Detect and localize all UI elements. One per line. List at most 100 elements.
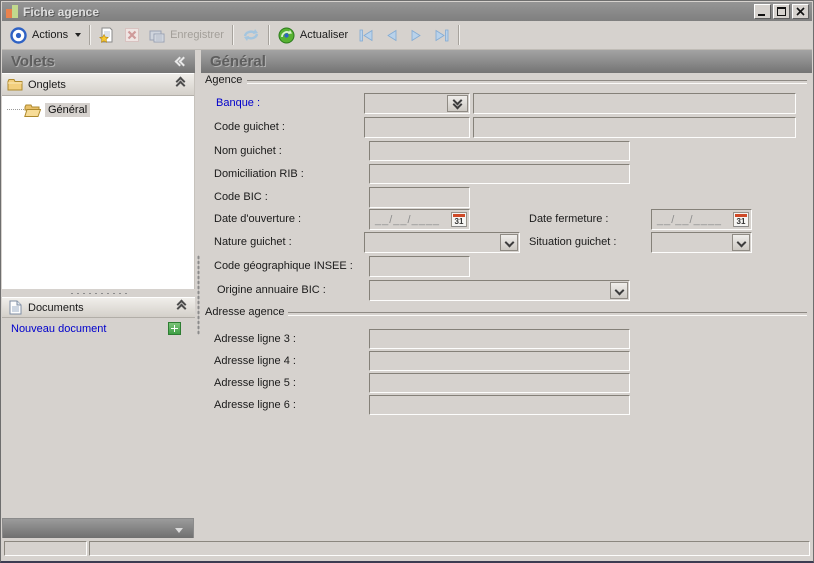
code-guichet-libelle-input[interactable] [473, 117, 796, 138]
toolbar-separator [458, 25, 460, 45]
documents-section-header[interactable]: Documents [2, 297, 195, 318]
chevron-down-icon [175, 528, 183, 533]
date-mask: __/__/____ [375, 210, 440, 229]
code-insee-label: Code géographique INSEE : [214, 256, 353, 277]
minimize-button[interactable] [754, 4, 771, 19]
general-page-header: Général [201, 50, 812, 73]
tree-item-general[interactable]: Général [2, 102, 194, 118]
last-record-icon [434, 29, 449, 42]
main-toolbar: Actions Enregistrer [2, 21, 812, 50]
documents-label: Documents [28, 302, 84, 314]
add-document-button[interactable] [168, 322, 181, 335]
collapse-panel-button[interactable] [176, 58, 187, 65]
code-bic-label: Code BIC : [214, 187, 268, 208]
toolbar-separator [232, 25, 234, 45]
previous-record-icon [386, 29, 398, 42]
domiciliation-rib-input[interactable] [369, 164, 630, 184]
banque-label[interactable]: Banque : [216, 93, 260, 114]
dropdown-arrow-icon [75, 33, 81, 37]
chevron-down-icon [736, 238, 746, 248]
document-link-row: Nouveau document [2, 321, 195, 339]
nav-first-button[interactable] [353, 24, 380, 46]
new-document-link[interactable]: Nouveau document [11, 323, 106, 335]
situation-guichet-select[interactable] [651, 232, 752, 253]
nom-guichet-input[interactable] [369, 141, 630, 161]
status-panel-left [4, 541, 87, 556]
close-button[interactable] [792, 4, 809, 19]
sync-button[interactable] [237, 24, 265, 46]
collapse-section-icon[interactable] [177, 81, 184, 89]
situation-guichet-dropdown-button[interactable] [732, 234, 750, 251]
origine-bic-label: Origine annuaire BIC : [217, 280, 326, 301]
nav-previous-button[interactable] [380, 24, 404, 46]
nav-last-button[interactable] [428, 24, 455, 46]
maximize-button[interactable] [773, 4, 790, 19]
save-icon [149, 28, 165, 43]
adresse-ligne-6-input[interactable] [369, 395, 630, 415]
sidebar-overflow-button[interactable] [2, 518, 194, 540]
actualiser-label: Actualiser [300, 29, 348, 41]
adresse-group-line [288, 312, 807, 316]
code-guichet-input[interactable] [364, 117, 470, 138]
adresse-ligne-5-input[interactable] [369, 373, 630, 393]
adresse-ligne-4-label: Adresse ligne 4 : [214, 351, 296, 372]
adresse-ligne-4-input[interactable] [369, 351, 630, 371]
adresse-ligne-6-label: Adresse ligne 6 : [214, 395, 296, 416]
app-icon [6, 5, 19, 19]
nature-guichet-dropdown-button[interactable] [500, 234, 518, 251]
actions-button[interactable]: Actions [5, 24, 86, 46]
document-icon [9, 300, 22, 315]
adresse-ligne-5-label: Adresse ligne 5 : [214, 373, 296, 394]
actualiser-button[interactable]: Actualiser [273, 24, 353, 46]
adresse-ligne-3-input[interactable] [369, 329, 630, 349]
sync-arrows-icon [242, 27, 260, 43]
date-mask: __/__/____ [657, 210, 722, 229]
origine-bic-select[interactable] [369, 280, 630, 301]
save-button[interactable]: Enregistrer [144, 24, 229, 46]
date-fermeture-input[interactable]: __/__/____ 31 [651, 209, 752, 230]
splitter-grip-icon [197, 255, 200, 335]
onglets-label: Onglets [28, 79, 66, 91]
banque-libelle-input[interactable] [473, 93, 796, 114]
horizontal-splitter[interactable] [2, 289, 195, 296]
date-ouverture-label: Date d'ouverture : [214, 209, 301, 230]
onglets-section-header[interactable]: Onglets [2, 73, 194, 96]
new-record-button[interactable] [94, 24, 120, 46]
status-panel-main [89, 541, 810, 556]
page-title: Général [210, 53, 266, 70]
collapse-section-icon[interactable] [178, 304, 185, 312]
code-insee-input[interactable] [369, 256, 470, 277]
tree-item-label: Général [45, 103, 90, 117]
window-title: Fiche agence [23, 5, 99, 19]
toolbar-separator [89, 25, 91, 45]
date-fermeture-calendar-button[interactable]: 31 [733, 212, 749, 227]
nav-next-button[interactable] [404, 24, 428, 46]
code-bic-input[interactable] [369, 187, 470, 208]
nature-guichet-label: Nature guichet : [214, 232, 292, 253]
chevron-down-icon [614, 286, 624, 296]
delete-record-button[interactable] [120, 24, 144, 46]
nom-guichet-label: Nom guichet : [214, 141, 282, 162]
title-bar[interactable]: Fiche agence [2, 2, 812, 21]
domiciliation-rib-label: Domiciliation RIB : [214, 164, 304, 185]
adresse-group-label: Adresse agence [205, 306, 285, 318]
agence-group-line [247, 80, 807, 84]
volets-panel-header: Volets [2, 50, 195, 73]
save-label: Enregistrer [170, 29, 224, 41]
date-ouverture-input[interactable]: __/__/____ 31 [369, 209, 470, 230]
minimize-icon [758, 7, 767, 16]
next-record-icon [410, 29, 422, 42]
actions-label: Actions [32, 29, 68, 41]
date-fermeture-label: Date fermeture : [529, 209, 608, 230]
vertical-splitter[interactable] [195, 50, 201, 540]
banque-combo[interactable] [364, 93, 470, 114]
date-ouverture-calendar-button[interactable]: 31 [451, 212, 467, 227]
open-folder-icon [24, 104, 41, 117]
fiche-agence-window: Fiche agence Actions [0, 0, 814, 563]
delete-icon [125, 28, 139, 42]
new-document-icon [99, 27, 115, 43]
close-icon [796, 7, 805, 16]
nature-guichet-select[interactable] [364, 232, 520, 253]
banque-combo-button[interactable] [447, 95, 468, 112]
origine-bic-dropdown-button[interactable] [610, 282, 628, 299]
